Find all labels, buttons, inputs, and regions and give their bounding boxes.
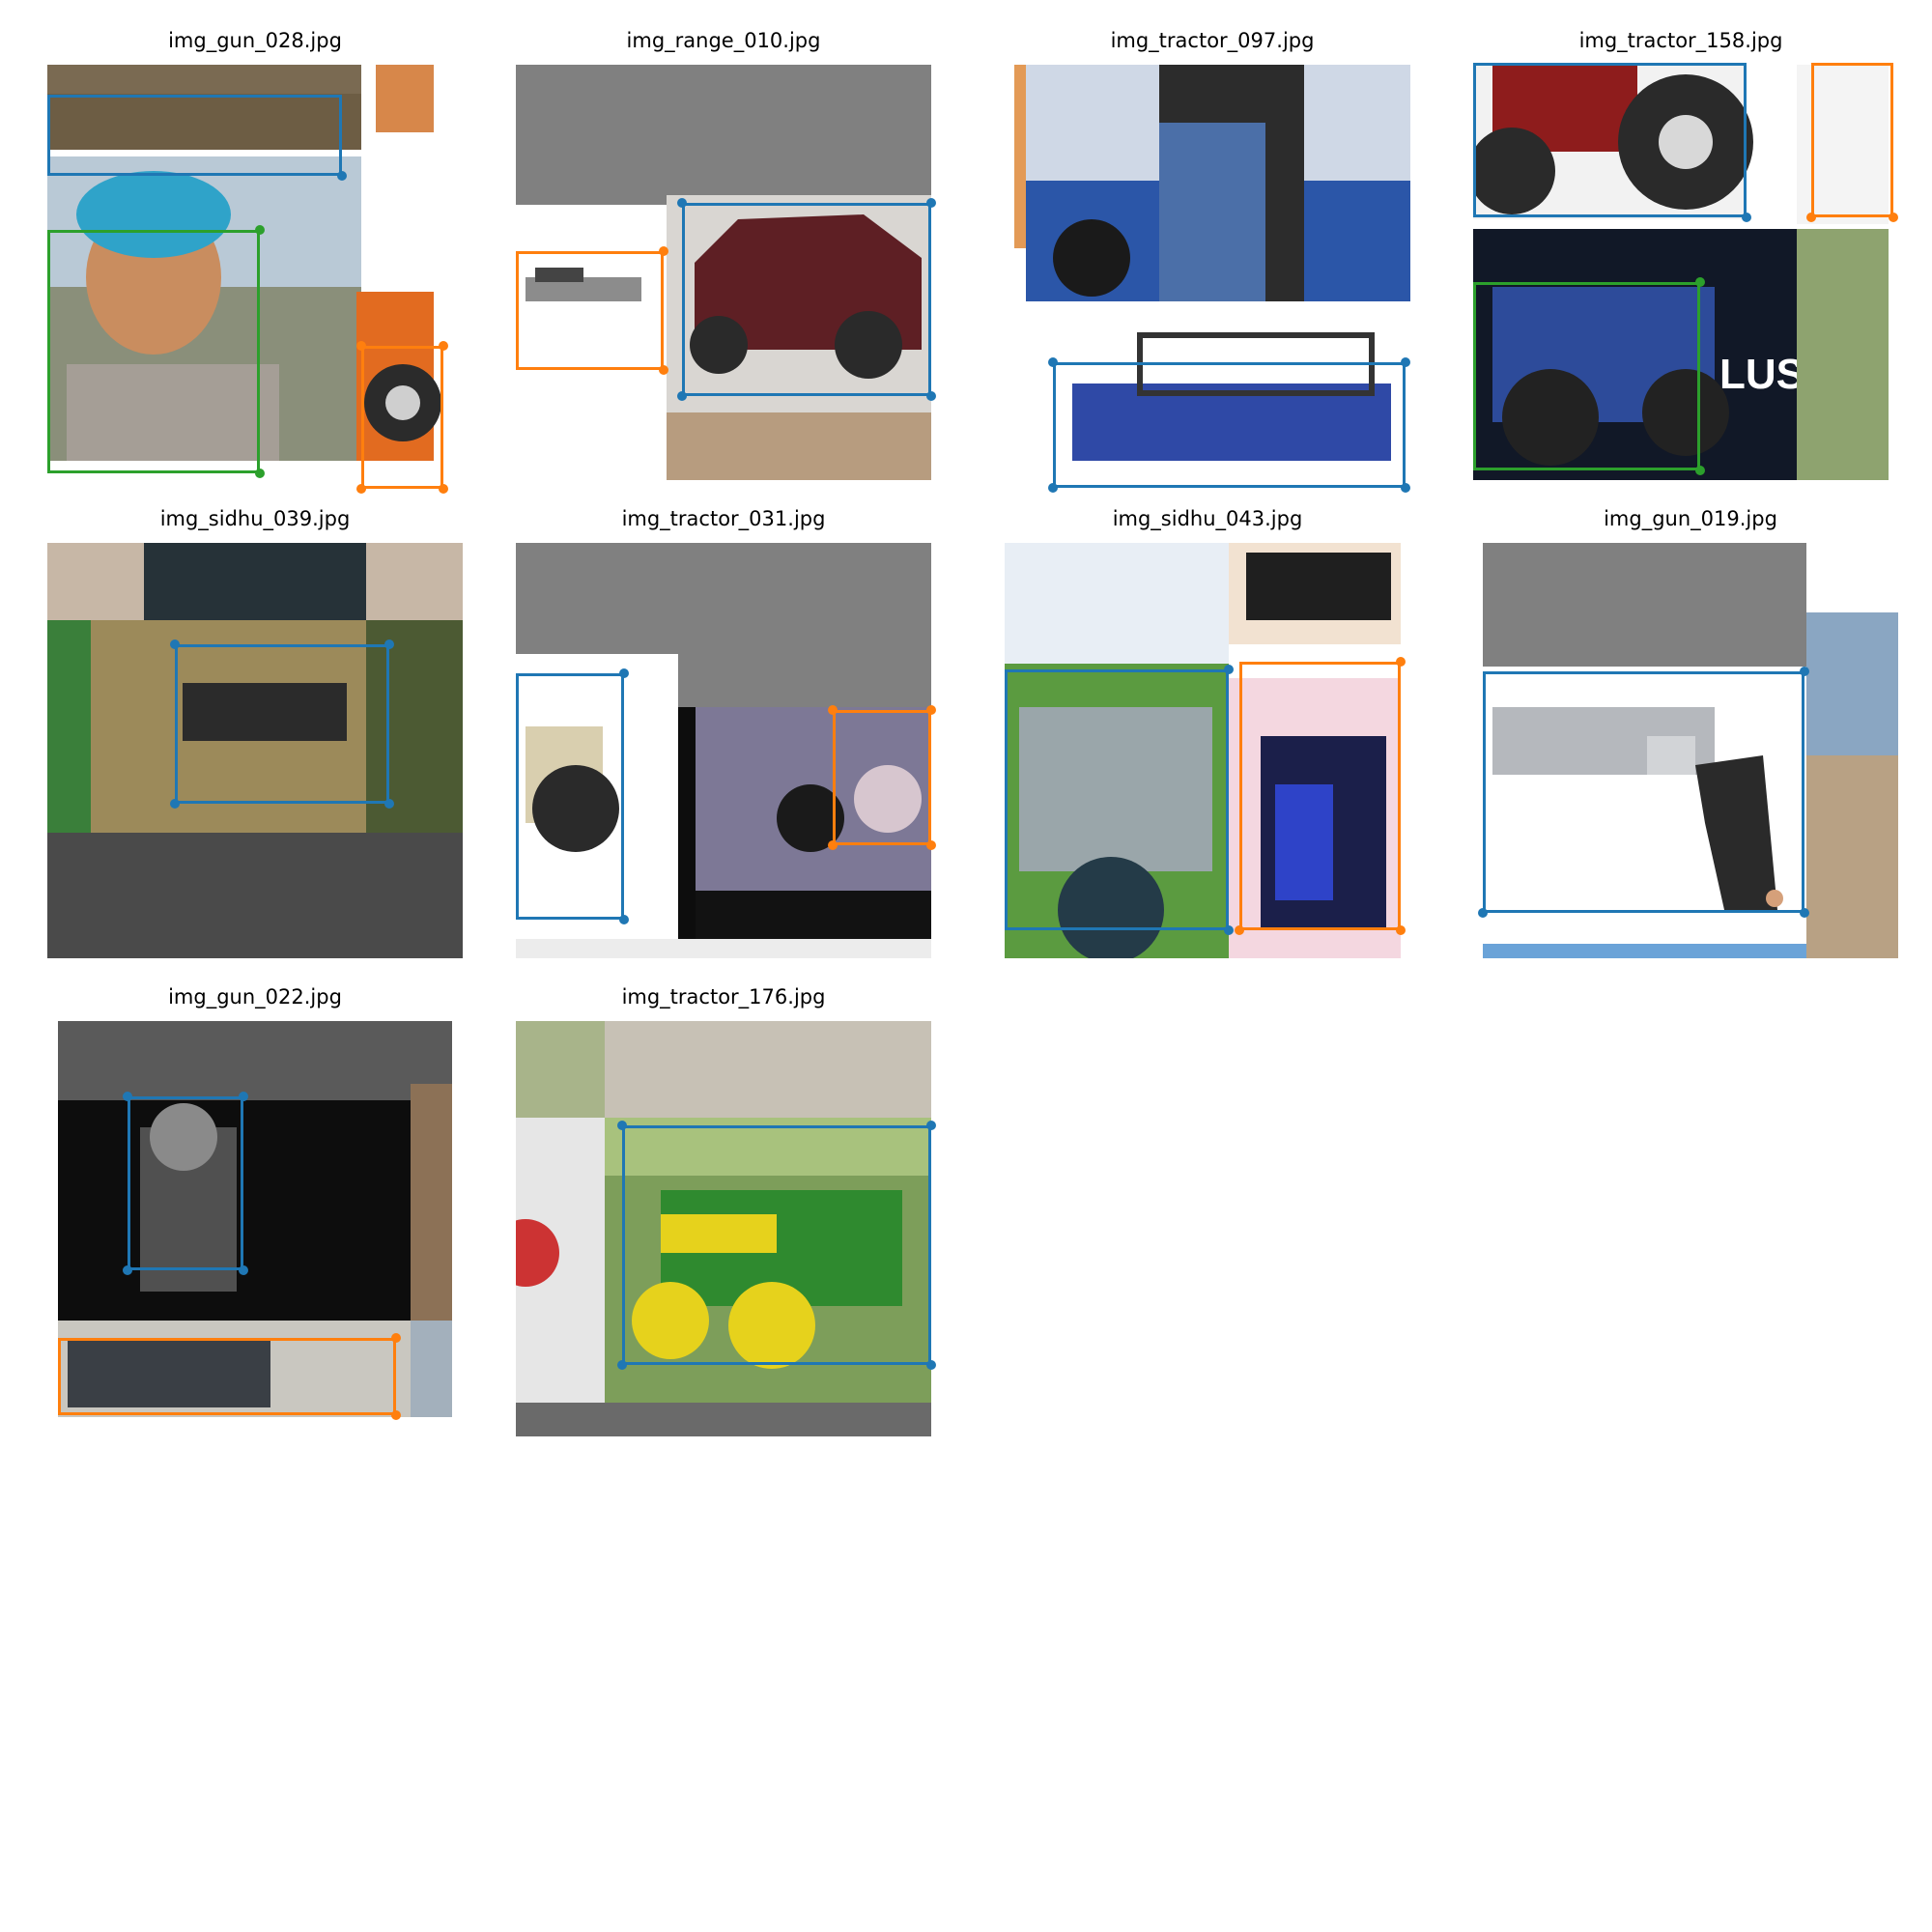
panel-img-tractor-176: img_tractor_176.jpg [516,985,936,1439]
box-corner [619,915,629,924]
box-corner [659,365,668,375]
box-corner [617,1121,627,1130]
box-corner [1478,908,1488,918]
box-corner [1889,213,1898,222]
bounding-box [1005,669,1229,930]
box-corner [123,1092,132,1101]
box-corner [255,225,265,235]
box-corner [926,1360,936,1370]
panel-img-sidhu-039: img_sidhu_039.jpg [47,507,463,961]
bounding-box [516,251,664,370]
panel-img-tractor-158: img_tractor_158.jpg LUS [1473,29,1898,483]
bounding-box [47,230,260,473]
box-corner [1806,213,1816,222]
box-corner [439,484,448,494]
box-corner [439,341,448,351]
bounding-box [175,644,389,804]
box-corner [619,668,629,678]
bounding-box [1239,662,1401,930]
box-corner [1742,213,1751,222]
box-corner [1401,357,1410,367]
box-corner [926,705,936,715]
panel-img-gun-028: img_gun_028.jpg [47,29,463,494]
bounding-box [1053,362,1406,488]
bounding-box [682,203,931,396]
box-corner [677,391,687,401]
box-corner [1800,908,1809,918]
panel-img-tractor-031: img_tractor_031.jpg [516,507,936,961]
panel-img-sidhu-043: img_sidhu_043.jpg [1005,507,1410,961]
box-corner [1048,483,1058,493]
bounding-box [58,1338,396,1415]
panel-title: img_gun_028.jpg [168,29,342,52]
box-corner [337,171,347,181]
box-corner [677,198,687,208]
box-corner [356,341,366,351]
box-corner [170,799,180,809]
box-corner [1224,925,1234,935]
panel-img-gun-022: img_gun_022.jpg [47,985,463,1439]
bounding-box [833,710,931,845]
box-corner [239,1092,248,1101]
box-corner [926,1121,936,1130]
panel-title: img_tractor_031.jpg [621,507,826,530]
panel-title: img_range_010.jpg [626,29,821,52]
box-corner [1800,667,1809,676]
box-corner [1224,665,1234,674]
bounding-box [361,346,443,489]
bounding-box [1473,63,1747,217]
bounding-box [516,673,624,920]
box-corner [1695,466,1705,475]
box-corner [926,391,936,401]
box-corner [617,1360,627,1370]
box-corner [1235,925,1244,935]
panel-img-range-010: img_range_010.jpg [516,29,936,483]
bounding-box [128,1096,243,1270]
box-corner [1401,483,1410,493]
svg-text:LUS: LUS [1719,351,1804,398]
panel-img-gun-019: img_gun_019.jpg [1478,507,1898,961]
box-corner [1048,357,1058,367]
box-corner [391,1410,401,1420]
bounding-box [1483,671,1804,913]
box-corner [926,840,936,850]
panel-title: img_tractor_176.jpg [621,985,826,1009]
panel-title: img_sidhu_043.jpg [1112,507,1303,530]
box-corner [1396,925,1406,935]
box-corner [1695,277,1705,287]
box-corner [384,799,394,809]
bounding-box [47,95,342,176]
bounding-box [1473,282,1700,470]
bounding-box [622,1125,931,1365]
panel-title: img_gun_022.jpg [168,985,342,1009]
box-corner [356,484,366,494]
box-corner [391,1333,401,1343]
panel-img-tractor-097: img_tractor_097.jpg [1014,29,1410,493]
box-corner [170,639,180,649]
panel-title: img_sidhu_039.jpg [159,507,351,530]
box-corner [123,1265,132,1275]
box-corner [239,1265,248,1275]
panel-title: img_tractor_158.jpg [1578,29,1783,52]
panel-title: img_gun_019.jpg [1604,507,1777,530]
panel-title: img_tractor_097.jpg [1110,29,1315,52]
box-corner [384,639,394,649]
box-corner [926,198,936,208]
box-corner [659,246,668,256]
box-corner [255,469,265,478]
bounding-box [1811,63,1893,217]
box-corner [828,840,838,850]
box-corner [828,705,838,715]
box-corner [1396,657,1406,667]
